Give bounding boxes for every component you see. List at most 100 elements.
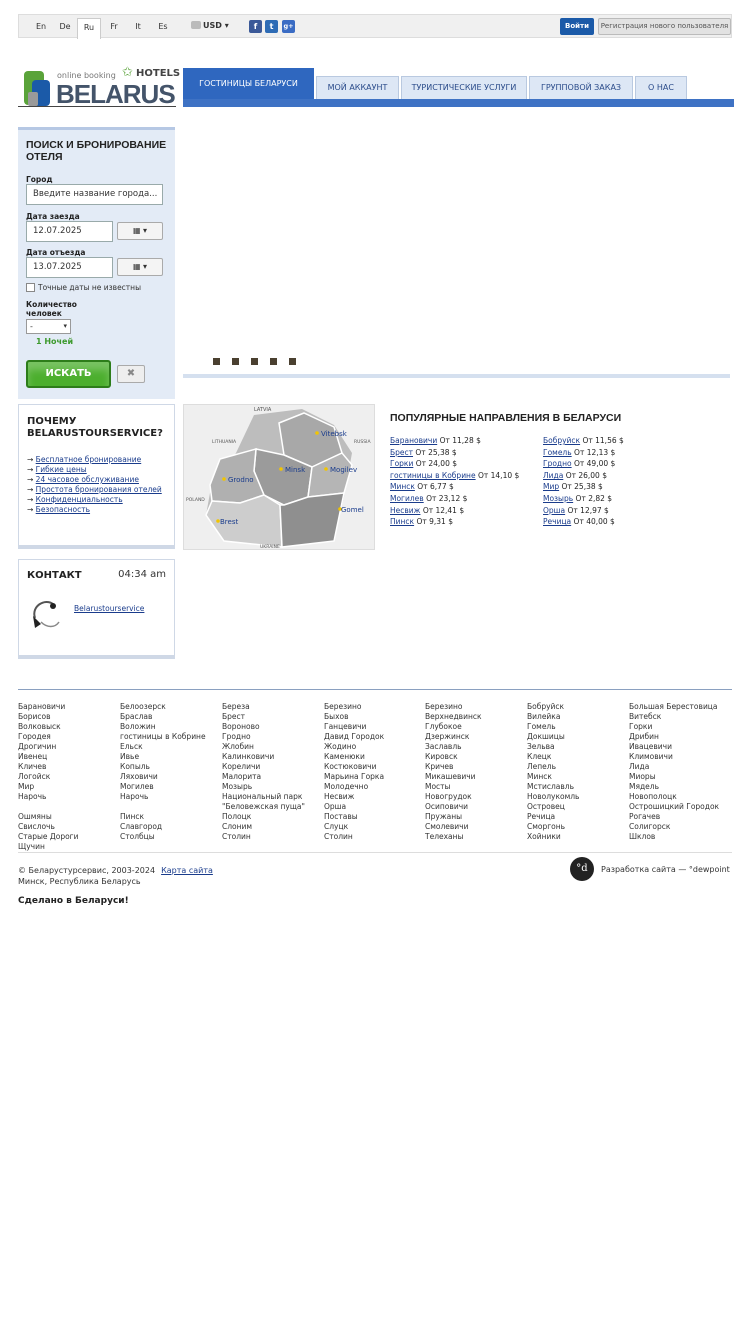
slider-dot[interactable] <box>213 358 220 365</box>
footer-city-link[interactable]: Белоозерск <box>120 702 206 712</box>
lang-ru[interactable]: Ru <box>77 18 101 39</box>
footer-city-link[interactable]: Солигорск <box>629 822 719 832</box>
city-gomel[interactable]: Gomel <box>341 506 364 514</box>
footer-city-link[interactable]: Докшицы <box>527 732 579 742</box>
popular-city-link[interactable]: Минск <box>390 482 415 491</box>
clear-button[interactable]: ✖ <box>117 365 145 383</box>
checkin-calendar-button[interactable]: ▦ ▾ <box>117 222 163 240</box>
footer-city-link[interactable]: Островец <box>527 802 579 812</box>
footer-city-link[interactable]: Давид Городок <box>324 732 384 742</box>
facebook-icon[interactable]: f <box>249 20 262 33</box>
footer-city-link[interactable]: Верхнедвинск <box>425 712 482 722</box>
lang-de[interactable]: De <box>53 18 77 36</box>
footer-city-link[interactable]: Дрогичин <box>18 742 79 752</box>
footer-city-link[interactable] <box>18 802 79 812</box>
footer-city-link[interactable]: Кричев <box>425 762 482 772</box>
footer-city-link[interactable]: Кореличи <box>222 762 305 772</box>
slider-dot[interactable] <box>289 358 296 365</box>
footer-city-link[interactable]: Климовичи <box>629 752 719 762</box>
twitter-icon[interactable]: t <box>265 20 278 33</box>
footer-city-link[interactable]: Мосты <box>425 782 482 792</box>
footer-city-link[interactable]: Пинск <box>120 812 206 822</box>
why-link[interactable]: Конфиденциальность <box>36 495 123 504</box>
footer-city-link[interactable]: Жлобин <box>222 742 305 752</box>
footer-city-link[interactable]: Славгород <box>120 822 206 832</box>
footer-city-link[interactable]: Речица <box>527 812 579 822</box>
footer-city-link[interactable]: гостиницы в Кобрине <box>120 732 206 742</box>
tab-hotels[interactable]: ГОСТИНИЦЫ БЕЛАРУСИ <box>183 68 314 99</box>
footer-city-link[interactable]: Слуцк <box>324 822 384 832</box>
footer-city-link[interactable]: Глубокое <box>425 722 482 732</box>
footer-city-link[interactable]: Шклов <box>629 832 719 842</box>
footer-city-link[interactable]: Осиповичи <box>425 802 482 812</box>
footer-city-link[interactable]: Щучин <box>18 842 79 852</box>
footer-city-link[interactable]: Клецк <box>527 752 579 762</box>
footer-city-link[interactable]: Нарочь <box>18 792 79 802</box>
unknown-dates-checkbox[interactable]: Точные даты не известны <box>26 283 141 292</box>
footer-city-link[interactable]: "Беловежская пуща" <box>222 802 305 812</box>
why-link[interactable]: Бесплатное бронирование <box>36 455 142 464</box>
footer-city-link[interactable]: Хойники <box>527 832 579 842</box>
city-vitebsk[interactable]: Vitebsk <box>321 430 348 438</box>
register-button[interactable]: Регистрация нового пользователя <box>598 18 731 35</box>
lang-fr[interactable]: Fr <box>102 18 126 36</box>
popular-city-link[interactable]: Лида <box>543 471 563 480</box>
tab-group-order[interactable]: ГРУППОВОЙ ЗАКАЗ <box>529 76 633 99</box>
why-link[interactable]: Безопасность <box>36 505 90 514</box>
footer-city-link[interactable]: Малорита <box>222 772 305 782</box>
popular-city-link[interactable]: Мозырь <box>543 494 573 503</box>
footer-city-link[interactable]: Марьина Горка <box>324 772 384 782</box>
footer-city-link[interactable]: Нарочь <box>120 792 206 802</box>
footer-city-link[interactable]: Свислочь <box>18 822 79 832</box>
footer-city-link[interactable]: Смолевичи <box>425 822 482 832</box>
popular-city-link[interactable]: Могилев <box>390 494 424 503</box>
footer-city-link[interactable]: Брест <box>222 712 305 722</box>
lang-it[interactable]: It <box>126 18 150 36</box>
footer-city-link[interactable]: Березино <box>425 702 482 712</box>
footer-city-link[interactable]: Заславль <box>425 742 482 752</box>
city-grodno[interactable]: Grodno <box>228 476 254 484</box>
why-link[interactable]: 24 часовое обслуживание <box>36 475 139 484</box>
currency-select[interactable]: USD ▾ <box>191 21 229 30</box>
footer-city-link[interactable]: Каменюки <box>324 752 384 762</box>
footer-city-link[interactable]: Минск <box>527 772 579 782</box>
checkout-input[interactable]: 13.07.2025 <box>26 257 113 278</box>
footer-city-link[interactable]: Ляховичи <box>120 772 206 782</box>
footer-city-link[interactable]: Городея <box>18 732 79 742</box>
footer-city-link[interactable]: Слоним <box>222 822 305 832</box>
why-link[interactable]: Простота бронирования отелей <box>36 485 162 494</box>
slider-dot[interactable] <box>232 358 239 365</box>
sitemap-link[interactable]: Карта сайта <box>161 866 213 875</box>
footer-city-link[interactable]: Молодечно <box>324 782 384 792</box>
footer-city-link[interactable]: Могилев <box>120 782 206 792</box>
popular-city-link[interactable]: Речица <box>543 517 571 526</box>
footer-city-link[interactable]: Мир <box>18 782 79 792</box>
footer-city-link[interactable]: Миоры <box>629 772 719 782</box>
footer-city-link[interactable]: Лепель <box>527 762 579 772</box>
footer-city-link[interactable]: Ивацевичи <box>629 742 719 752</box>
footer-city-link[interactable] <box>120 802 206 812</box>
footer-city-link[interactable]: Новогрудок <box>425 792 482 802</box>
footer-city-link[interactable]: Кличев <box>18 762 79 772</box>
footer-city-link[interactable]: Столин <box>324 832 384 842</box>
skype-link[interactable]: Belarustourservice <box>74 604 144 613</box>
footer-city-link[interactable]: Телеханы <box>425 832 482 842</box>
lang-es[interactable]: Es <box>151 18 175 36</box>
footer-city-link[interactable]: Барановичи <box>18 702 79 712</box>
footer-city-link[interactable]: Гродно <box>222 732 305 742</box>
why-link[interactable]: Гибкие цены <box>36 465 87 474</box>
footer-city-link[interactable]: Горки <box>629 722 719 732</box>
footer-city-link[interactable]: Мядель <box>629 782 719 792</box>
footer-city-link[interactable]: Витебск <box>629 712 719 722</box>
footer-city-link[interactable]: Калинковичи <box>222 752 305 762</box>
developer-credit[interactable]: °d Разработка сайта — °dewpoint <box>570 857 732 881</box>
footer-city-link[interactable]: Полоцк <box>222 812 305 822</box>
footer-city-link[interactable]: Зельва <box>527 742 579 752</box>
popular-city-link[interactable]: Гомель <box>543 448 572 457</box>
footer-city-link[interactable]: Несвиж <box>324 792 384 802</box>
tab-account[interactable]: МОЙ АККАУНТ <box>316 76 399 99</box>
footer-city-link[interactable]: Быхов <box>324 712 384 722</box>
footer-city-link[interactable]: Новолукомль <box>527 792 579 802</box>
footer-city-link[interactable]: Жодино <box>324 742 384 752</box>
footer-city-link[interactable]: Борисов <box>18 712 79 722</box>
